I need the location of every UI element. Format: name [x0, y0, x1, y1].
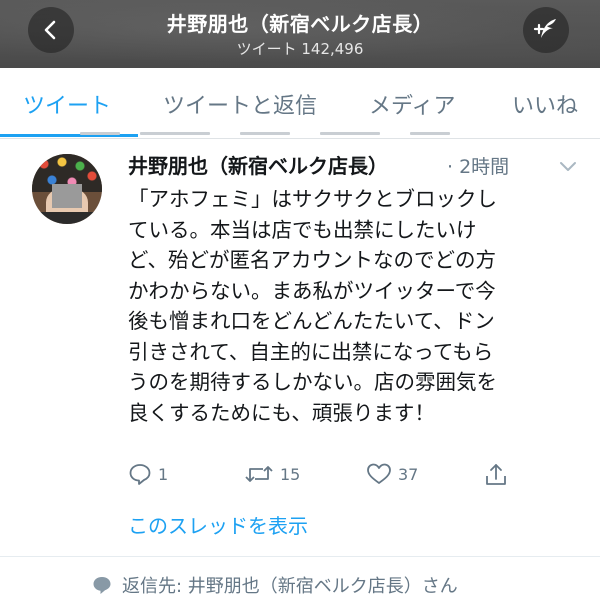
tab-likes[interactable]: いいね: [512, 88, 578, 120]
reply-context: 返信先: 井野朋也（新宿ベルク店長）さん: [92, 572, 458, 598]
share-icon: [486, 464, 506, 485]
author-name[interactable]: 井野朋也（新宿ベルク店長）: [128, 150, 388, 179]
tab-tweets-and-replies[interactable]: ツイートと返信: [163, 88, 317, 120]
like-count: 37: [398, 464, 419, 484]
tweet-count: ツイート 142,496: [236, 40, 364, 58]
profile-header: 井野朋也（新宿ベルク店長） ツイート 142,496: [0, 0, 600, 68]
reply-count: 1: [158, 464, 169, 484]
tweet-text: 「アホフェミ」はサクサクとブロックし ている。本当は店でも出禁にしたいけ ど、殆…: [128, 187, 497, 425]
header-title: 井野朋也（新宿ベルク店長）: [166, 12, 434, 36]
retweet-button[interactable]: 15: [244, 462, 300, 486]
chevron-down-icon[interactable]: [558, 160, 578, 174]
tab-tweets[interactable]: ツイート: [23, 88, 111, 120]
retweet-count: 15: [280, 464, 301, 484]
profile-tabs: ツイート ツイートと返信 メディア いいね: [0, 68, 600, 139]
reply-icon: [129, 464, 151, 485]
previous-tweet-edge: [80, 132, 460, 138]
heart-icon: [367, 463, 391, 484]
reply-button[interactable]: 1: [128, 462, 168, 486]
speech-bubble-icon: [93, 577, 111, 594]
like-button[interactable]: 37: [366, 462, 418, 486]
retweet-icon: [245, 466, 273, 482]
compose-button[interactable]: [523, 7, 569, 53]
compose-feather-icon: [533, 19, 556, 38]
mosaic-blur: [52, 184, 82, 208]
tweet-actions: 1 15 37: [0, 462, 600, 496]
tab-media[interactable]: メディア: [369, 88, 455, 120]
show-thread-link[interactable]: このスレッドを表示: [128, 510, 308, 539]
divider: [0, 556, 600, 557]
share-button[interactable]: [484, 462, 508, 488]
reply-to-text[interactable]: 返信先: 井野朋也（新宿ベルク店長）さん: [122, 572, 458, 598]
avatar[interactable]: [32, 154, 102, 224]
tweet-timestamp[interactable]: · 2時間: [447, 152, 509, 179]
